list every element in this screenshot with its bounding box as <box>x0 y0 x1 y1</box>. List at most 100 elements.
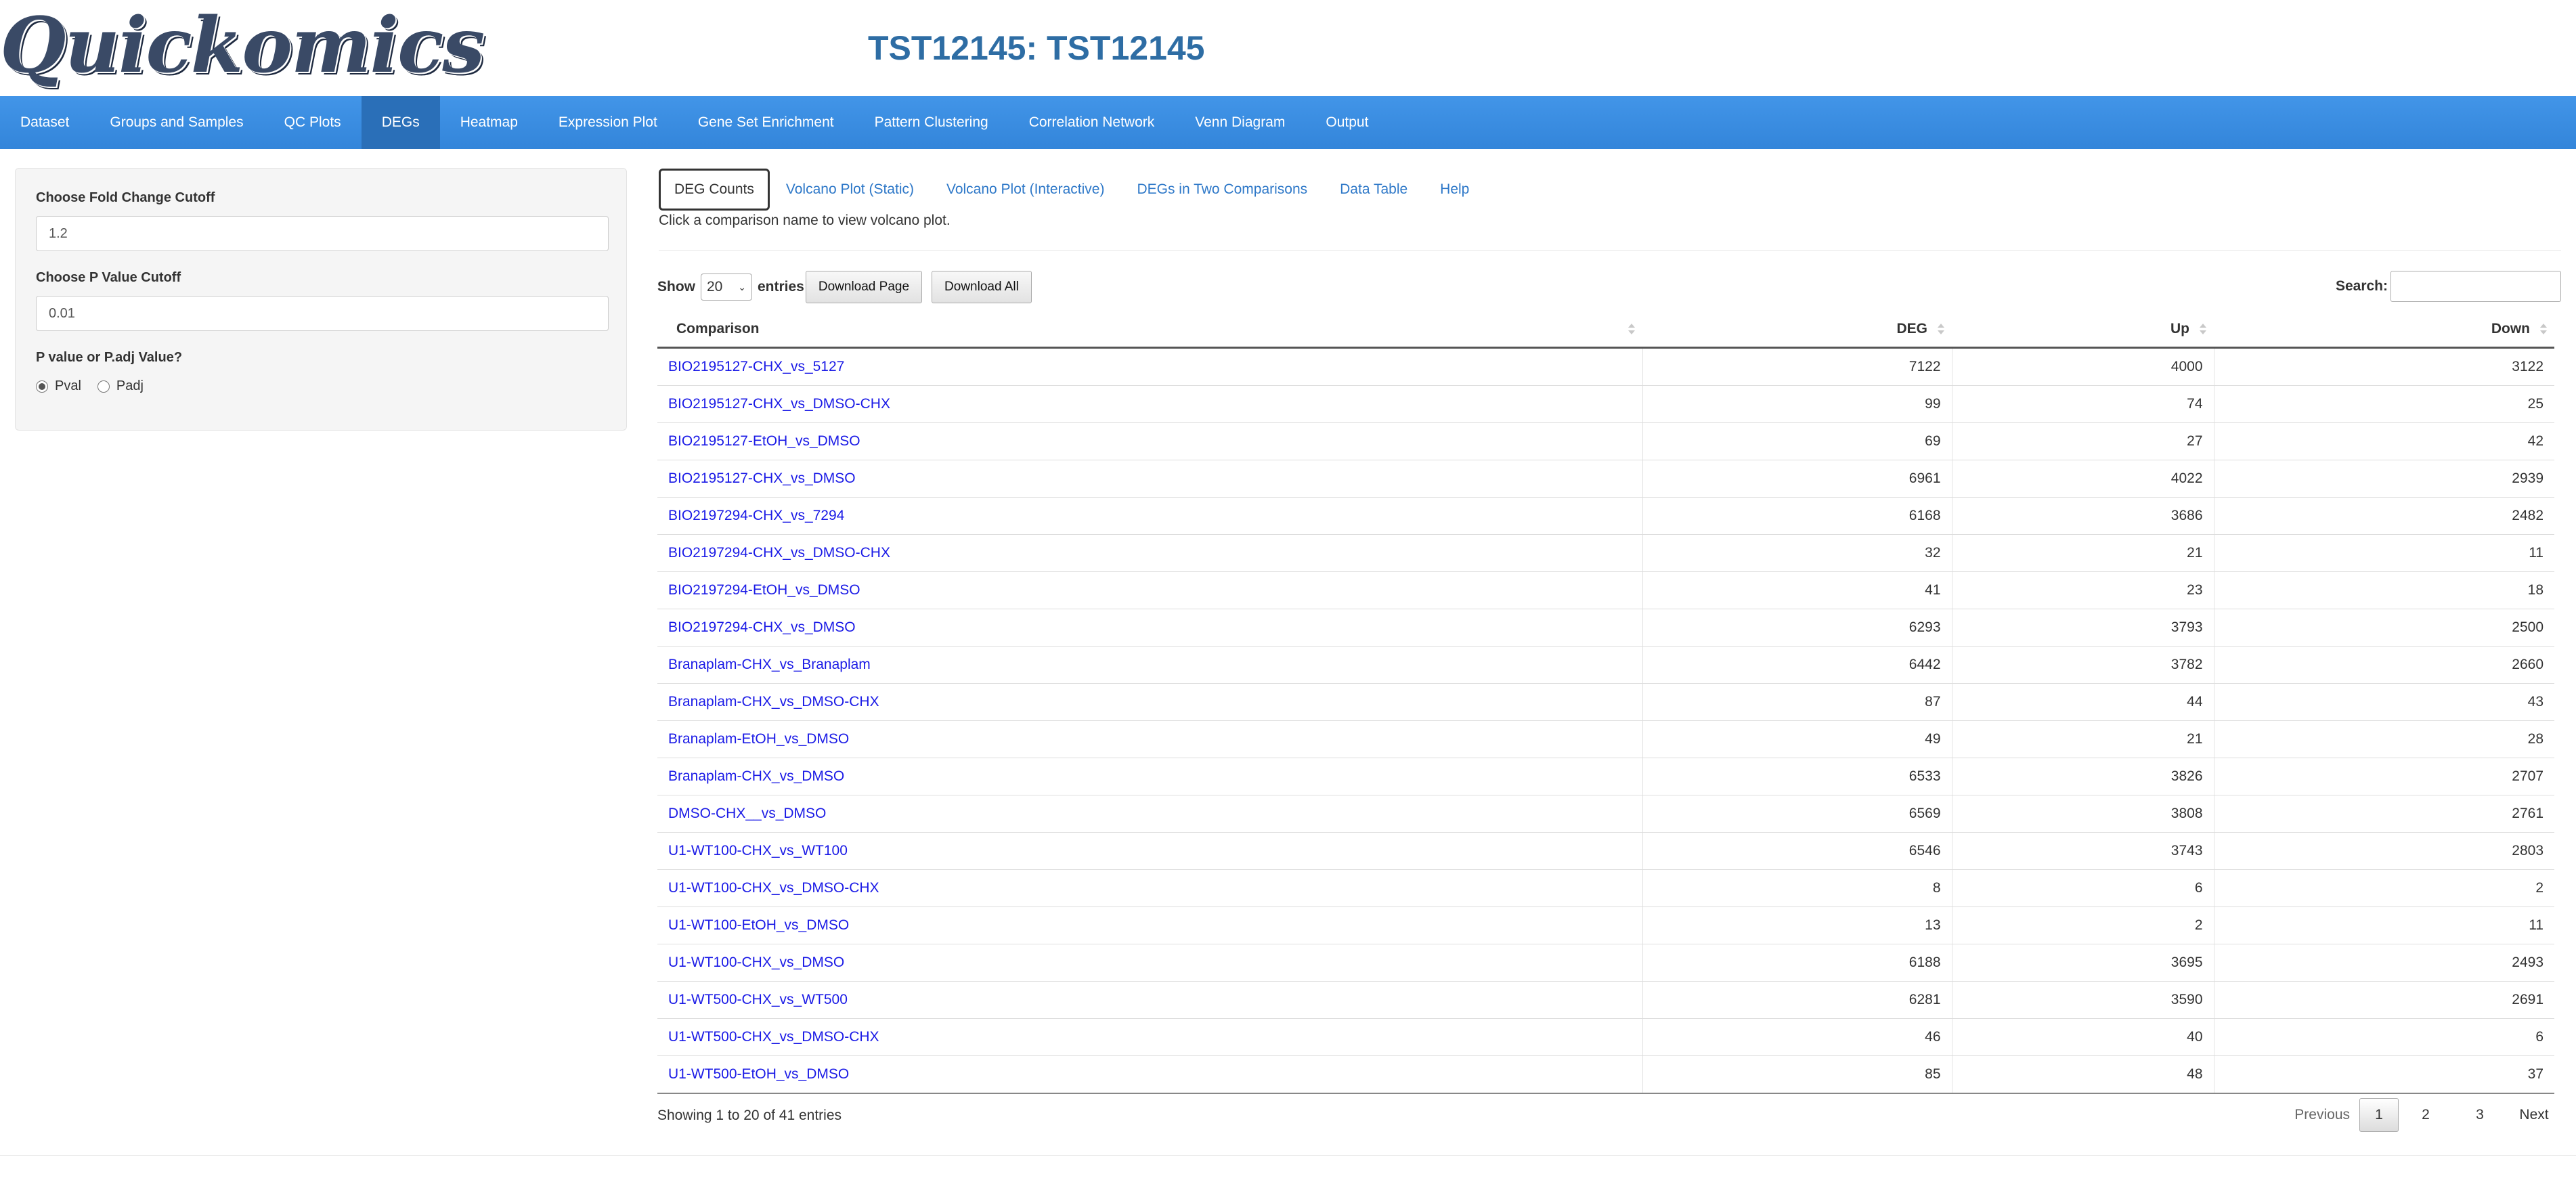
comparison-link[interactable]: Branaplam-CHX_vs_DMSO-CHX <box>668 694 879 709</box>
entries-select[interactable]: 20 ⌄ <box>701 274 752 301</box>
cell-down: 25 <box>2214 385 2554 423</box>
cell-comparison: U1-WT500-CHX_vs_DMSO-CHX <box>657 1018 1643 1056</box>
comparison-link[interactable]: DMSO-CHX__vs_DMSO <box>668 806 826 821</box>
nav-item-expression-plot[interactable]: Expression Plot <box>538 96 678 149</box>
comparison-link[interactable]: Branaplam-CHX_vs_DMSO <box>668 768 844 784</box>
nav-item-output[interactable]: Output <box>1305 96 1389 149</box>
pvalue-type-label: P value or P.adj Value? <box>36 350 183 365</box>
cell-up: 3695 <box>1952 944 2214 982</box>
nav-item-groups-and-samples[interactable]: Groups and Samples <box>89 96 263 149</box>
column-header-up[interactable]: Up <box>1952 311 2214 349</box>
download-page-button[interactable]: Download Page <box>805 271 923 303</box>
tab-data-table[interactable]: Data Table <box>1324 171 1424 209</box>
comparison-link[interactable]: BIO2195127-EtOH_vs_DMSO <box>668 433 860 449</box>
tab-deg-counts[interactable]: DEG Counts <box>659 169 770 211</box>
table-row: U1-WT100-EtOH_vs_DMSO 13 2 11 <box>657 906 2554 944</box>
cell-deg: 7122 <box>1642 347 1952 386</box>
chevron-down-icon: ⌄ <box>738 281 746 292</box>
column-header-comparison[interactable]: Comparison <box>657 311 1642 349</box>
cell-up: 2 <box>1952 906 2214 944</box>
pagination: Previous 1 2 3 Next <box>2285 1098 2561 1132</box>
comparison-link[interactable]: BIO2197294-CHX_vs_DMSO <box>668 619 856 635</box>
header-label: DEG <box>1896 321 1927 336</box>
nav-item-gene-set-enrichment[interactable]: Gene Set Enrichment <box>678 96 854 149</box>
table-row: Branaplam-CHX_vs_DMSO 6533 3826 2707 <box>657 758 2554 795</box>
cell-comparison: BIO2197294-CHX_vs_DMSO <box>657 609 1643 647</box>
table-row: BIO2197294-EtOH_vs_DMSO 41 23 18 <box>657 571 2554 609</box>
comparison-link[interactable]: U1-WT500-CHX_vs_DMSO-CHX <box>668 1029 879 1045</box>
cell-down: 2707 <box>2214 758 2554 795</box>
comparison-link[interactable]: BIO2197294-EtOH_vs_DMSO <box>668 582 860 598</box>
nav-item-qc-plots[interactable]: QC Plots <box>264 96 362 149</box>
column-header-down[interactable]: Down <box>2214 311 2554 349</box>
cell-down: 2500 <box>2214 609 2554 647</box>
tab-volcano-plot-static[interactable]: Volcano Plot (Static) <box>770 171 930 209</box>
nav-item-degs[interactable]: DEGs <box>361 96 440 149</box>
comparison-link[interactable]: Branaplam-EtOH_vs_DMSO <box>668 731 849 747</box>
download-all-button[interactable]: Download All <box>932 271 1032 303</box>
cell-down: 43 <box>2214 683 2554 721</box>
cell-deg: 6293 <box>1642 609 1952 647</box>
padj-radio[interactable] <box>97 380 110 393</box>
nav-item-pattern-clustering[interactable]: Pattern Clustering <box>854 96 1009 149</box>
comparison-link[interactable]: U1-WT500-CHX_vs_WT500 <box>668 992 848 1007</box>
table-row: DMSO-CHX__vs_DMSO 6569 3808 2761 <box>657 795 2554 833</box>
search-input[interactable] <box>2391 271 2561 302</box>
page-button-2[interactable]: 2 <box>2399 1099 2453 1131</box>
page-button-1[interactable]: 1 <box>2359 1098 2399 1132</box>
sort-icon <box>1626 324 1636 336</box>
cell-comparison: BIO2197294-CHX_vs_7294 <box>657 497 1643 535</box>
comparison-link[interactable]: BIO2195127-CHX_vs_DMSO-CHX <box>668 396 890 412</box>
nav-item-correlation-network[interactable]: Correlation Network <box>1009 96 1175 149</box>
show-label: Show <box>657 279 695 294</box>
comparison-link[interactable]: BIO2195127-CHX_vs_5127 <box>668 359 844 374</box>
search-control: Search: <box>2336 271 2561 302</box>
table-header-row: Comparison DEG Up Down <box>657 311 2554 349</box>
table-row: U1-WT100-CHX_vs_DMSO 6188 3695 2493 <box>657 944 2554 982</box>
comparison-link[interactable]: BIO2195127-CHX_vs_DMSO <box>668 471 856 486</box>
nav-item-dataset[interactable]: Dataset <box>0 96 89 149</box>
cell-up: 27 <box>1952 422 2214 460</box>
sort-icon <box>1936 324 1945 336</box>
comparison-link[interactable]: BIO2197294-CHX_vs_DMSO-CHX <box>668 545 890 561</box>
tab-help[interactable]: Help <box>1424 171 1485 209</box>
cell-up: 3686 <box>1952 497 2214 535</box>
comparison-link[interactable]: U1-WT500-EtOH_vs_DMSO <box>668 1066 849 1082</box>
comparison-link[interactable]: Branaplam-CHX_vs_Branaplam <box>668 657 871 672</box>
cell-up: 44 <box>1952 683 2214 721</box>
cell-up: 3782 <box>1952 646 2214 684</box>
nav-item-heatmap[interactable]: Heatmap <box>440 96 538 149</box>
cell-up: 3743 <box>1952 832 2214 870</box>
fold-change-input[interactable]: 1.2 <box>36 216 609 251</box>
cell-comparison: U1-WT500-CHX_vs_WT500 <box>657 981 1643 1019</box>
tab-degs-in-two-comparisons[interactable]: DEGs in Two Comparisons <box>1120 171 1324 209</box>
cell-deg: 6442 <box>1642 646 1952 684</box>
comparison-link[interactable]: U1-WT100-CHX_vs_WT100 <box>668 843 848 858</box>
comparison-link[interactable]: BIO2197294-CHX_vs_7294 <box>668 508 844 523</box>
cell-down: 2 <box>2214 869 2554 907</box>
table-row: U1-WT100-CHX_vs_WT100 6546 3743 2803 <box>657 832 2554 870</box>
next-page-button[interactable]: Next <box>2507 1099 2561 1131</box>
cell-comparison: DMSO-CHX__vs_DMSO <box>657 795 1643 833</box>
previous-page-button[interactable]: Previous <box>2285 1099 2359 1131</box>
pval-radio[interactable] <box>36 380 48 393</box>
table-row: U1-WT500-CHX_vs_WT500 6281 3590 2691 <box>657 981 2554 1019</box>
footer-divider <box>0 1155 2576 1156</box>
nav-item-venn-diagram[interactable]: Venn Diagram <box>1175 96 1305 149</box>
cell-down: 2939 <box>2214 460 2554 498</box>
pvalue-cutoff-input[interactable]: 0.01 <box>36 296 609 331</box>
cell-up: 3808 <box>1952 795 2214 833</box>
comparison-link[interactable]: U1-WT100-CHX_vs_DMSO-CHX <box>668 880 879 896</box>
cell-comparison: U1-WT500-EtOH_vs_DMSO <box>657 1055 1643 1094</box>
comparison-link[interactable]: U1-WT100-EtOH_vs_DMSO <box>668 917 849 933</box>
page-button-3[interactable]: 3 <box>2453 1099 2507 1131</box>
cell-up: 4022 <box>1952 460 2214 498</box>
cell-down: 11 <box>2214 534 2554 572</box>
cell-comparison: Branaplam-CHX_vs_Branaplam <box>657 646 1643 684</box>
entries-label: entries <box>758 279 804 294</box>
column-header-deg[interactable]: DEG <box>1642 311 1952 349</box>
tab-volcano-plot-interactive[interactable]: Volcano Plot (Interactive) <box>930 171 1120 209</box>
comparison-link[interactable]: U1-WT100-CHX_vs_DMSO <box>668 955 844 970</box>
hint-text: Click a comparison name to view volcano … <box>659 213 951 228</box>
sort-icon <box>2538 324 2548 336</box>
